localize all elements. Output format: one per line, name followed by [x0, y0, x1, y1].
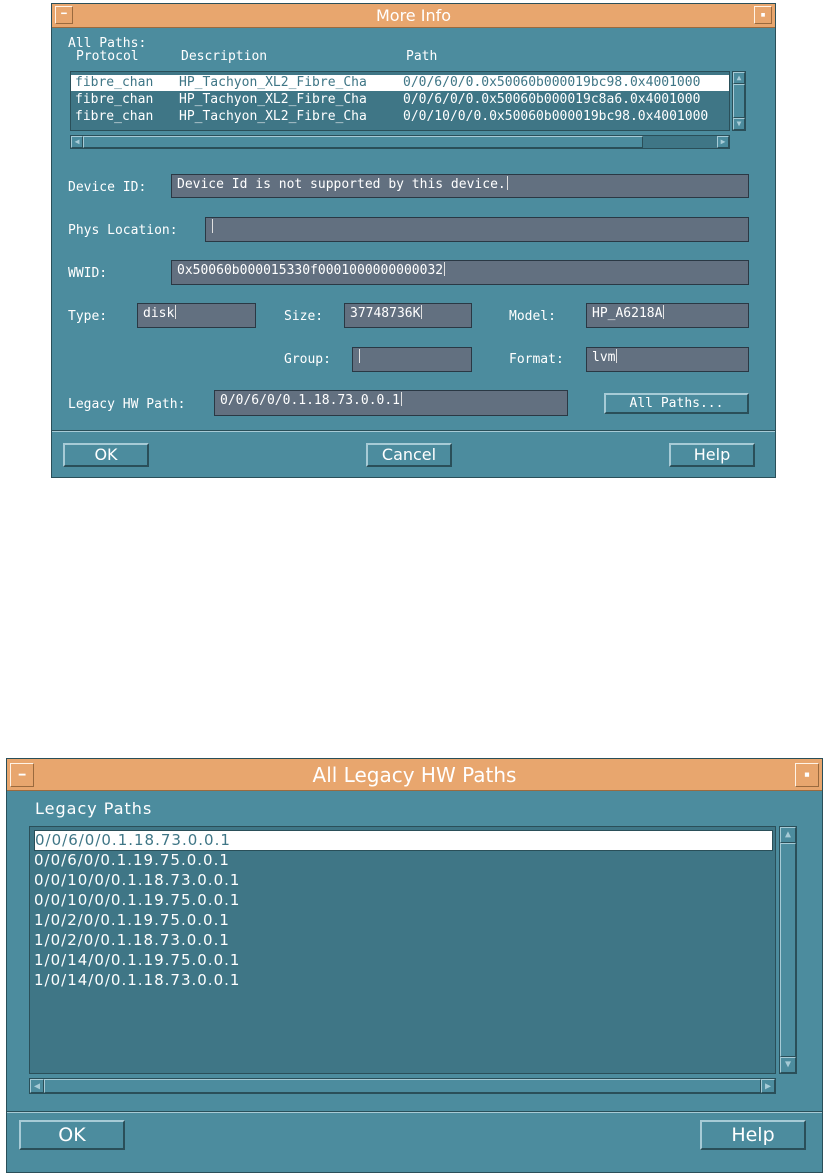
wwid-value: 0x50060b000015330f0001000000000032 — [177, 263, 444, 278]
maximize-button[interactable]: ■ — [754, 6, 772, 24]
scroll-right-icon[interactable]: ▶ — [717, 136, 729, 148]
scroll-thumb[interactable] — [780, 843, 796, 1057]
group-label: Group: — [284, 352, 331, 367]
help-button[interactable]: Help — [700, 1120, 806, 1150]
text-cursor-icon — [359, 349, 364, 363]
button-bar-divider — [7, 1111, 822, 1113]
type-value: disk — [143, 306, 175, 321]
legacy-paths-horizontal-scrollbar[interactable]: ◀ ▶ — [29, 1078, 776, 1094]
column-header-path[interactable]: Path — [406, 49, 437, 64]
model-label: Model: — [509, 309, 556, 324]
wwid-field[interactable]: 0x50060b000015330f0001000000000032 — [171, 260, 749, 285]
scroll-thumb[interactable] — [733, 84, 745, 118]
size-label: Size: — [284, 309, 324, 324]
list-item[interactable]: fibre_chan HP_Tachyon_XL2_Fibre_Cha 0/0/… — [71, 75, 729, 91]
scroll-down-icon[interactable]: ▼ — [733, 118, 745, 130]
cancel-button[interactable]: Cancel — [366, 443, 452, 467]
maximize-icon: ■ — [804, 770, 810, 779]
path-value: 0/0/6/0/0.0x50060b000019bc98.0x4001000 — [403, 75, 701, 90]
maximize-icon: ■ — [761, 11, 765, 19]
format-value: lvm — [592, 350, 616, 365]
list-item[interactable]: 1/0/14/0/0.1.18.73.0.0.1 — [34, 971, 240, 990]
text-cursor-icon — [175, 305, 180, 319]
path-protocol: fibre_chan — [75, 92, 154, 107]
legacy-paths-title: All Legacy HW Paths — [312, 763, 517, 787]
legacy-paths-vertical-scrollbar[interactable]: ▲ ▼ — [779, 826, 797, 1074]
all-paths-vertical-scrollbar[interactable]: ▲ ▼ — [732, 71, 746, 131]
all-paths-list[interactable]: fibre_chan HP_Tachyon_XL2_Fibre_Cha 0/0/… — [70, 71, 730, 131]
window-menu-button[interactable]: ━ — [10, 763, 34, 787]
text-cursor-icon — [401, 392, 406, 406]
list-item[interactable]: fibre_chan HP_Tachyon_XL2_Fibre_Cha 0/0/… — [71, 92, 729, 108]
more-info-titlebar[interactable]: More Info — [52, 4, 775, 28]
text-cursor-icon — [421, 305, 426, 319]
button-bar-divider — [52, 430, 775, 432]
path-protocol: fibre_chan — [75, 75, 154, 90]
text-cursor-icon — [616, 349, 621, 363]
scroll-up-icon[interactable]: ▲ — [733, 72, 745, 84]
phys-location-field[interactable] — [205, 217, 749, 242]
group-field[interactable] — [352, 347, 472, 372]
type-label: Type: — [68, 309, 108, 324]
path-description: HP_Tachyon_XL2_Fibre_Cha — [179, 109, 367, 124]
size-field[interactable]: 37748736K — [344, 303, 472, 328]
text-cursor-icon — [444, 262, 449, 276]
scroll-thumb[interactable] — [44, 1079, 761, 1093]
list-item[interactable]: 0/0/6/0/0.1.19.75.0.0.1 — [34, 851, 230, 870]
column-header-protocol[interactable]: Protocol — [76, 49, 139, 64]
minimize-icon: ━ — [61, 9, 67, 20]
device-id-value: Device Id is not supported by this devic… — [177, 177, 506, 192]
list-item[interactable]: 0/0/6/0/0.1.18.73.0.0.1 — [34, 830, 773, 851]
type-field[interactable]: disk — [137, 303, 256, 328]
phys-location-label: Phys Location: — [68, 223, 178, 238]
all-paths-button[interactable]: All Paths... — [604, 393, 749, 414]
legacy-paths-titlebar[interactable]: All Legacy HW Paths — [7, 759, 822, 791]
path-value: 0/0/10/0/0.0x50060b000019bc98.0x4001000 — [403, 109, 709, 124]
all-paths-horizontal-scrollbar[interactable]: ◀ ▶ — [70, 135, 730, 149]
list-item[interactable]: 1/0/2/0/0.1.18.73.0.0.1 — [34, 931, 230, 950]
size-value: 37748736K — [350, 306, 421, 321]
format-label: Format: — [509, 352, 564, 367]
legacy-paths-window: All Legacy HW Paths ━ ■ Legacy Paths 0/0… — [6, 758, 823, 1173]
list-item[interactable]: 1/0/14/0/0.1.19.75.0.0.1 — [34, 951, 240, 970]
scroll-left-icon[interactable]: ◀ — [30, 1079, 44, 1093]
device-id-label: Device ID: — [68, 180, 147, 195]
legacy-paths-heading: Legacy Paths — [35, 799, 153, 818]
ok-button[interactable]: OK — [63, 443, 149, 467]
path-protocol: fibre_chan — [75, 109, 154, 124]
scroll-thumb[interactable] — [83, 136, 643, 148]
path-description: HP_Tachyon_XL2_Fibre_Cha — [179, 75, 367, 90]
column-header-description[interactable]: Description — [181, 49, 267, 64]
legacy-hw-path-field[interactable]: 0/0/6/0/0.1.18.73.0.0.1 — [214, 390, 568, 416]
format-field[interactable]: lvm — [586, 347, 749, 372]
list-item[interactable]: 1/0/2/0/0.1.19.75.0.0.1 — [34, 911, 230, 930]
legacy-paths-list[interactable]: 0/0/6/0/0.1.18.73.0.0.1 0/0/6/0/0.1.19.7… — [29, 826, 776, 1074]
ok-button[interactable]: OK — [19, 1120, 125, 1150]
device-id-field[interactable]: Device Id is not supported by this devic… — [171, 174, 749, 198]
list-item[interactable]: 0/0/10/0/0.1.18.73.0.0.1 — [34, 871, 240, 890]
list-item[interactable]: fibre_chan HP_Tachyon_XL2_Fibre_Cha 0/0/… — [71, 109, 729, 125]
help-button[interactable]: Help — [669, 443, 755, 467]
path-value: 0/0/6/0/0.0x50060b000019c8a6.0x4001000 — [403, 92, 701, 107]
more-info-title: More Info — [375, 6, 452, 25]
scroll-up-icon[interactable]: ▲ — [780, 827, 796, 843]
path-description: HP_Tachyon_XL2_Fibre_Cha — [179, 92, 367, 107]
text-cursor-icon — [506, 176, 512, 190]
scroll-down-icon[interactable]: ▼ — [780, 1057, 796, 1073]
scroll-left-icon[interactable]: ◀ — [71, 136, 83, 148]
more-info-window: More Info ━ ■ All Paths: Protocol Descri… — [51, 3, 776, 478]
legacy-hw-path-label: Legacy HW Path: — [68, 397, 186, 412]
wwid-label: WWID: — [68, 266, 108, 281]
list-item[interactable]: 0/0/10/0/0.1.19.75.0.0.1 — [34, 891, 240, 910]
window-menu-button[interactable]: ━ — [55, 6, 73, 24]
text-cursor-icon — [212, 219, 217, 233]
text-cursor-icon — [663, 305, 668, 319]
model-value: HP_A6218A — [592, 306, 663, 321]
legacy-hw-path-value: 0/0/6/0/0.1.18.73.0.0.1 — [220, 393, 401, 408]
model-field[interactable]: HP_A6218A — [586, 303, 749, 328]
maximize-button[interactable]: ■ — [795, 763, 819, 787]
scroll-right-icon[interactable]: ▶ — [761, 1079, 775, 1093]
minimize-icon: ━ — [18, 768, 26, 782]
